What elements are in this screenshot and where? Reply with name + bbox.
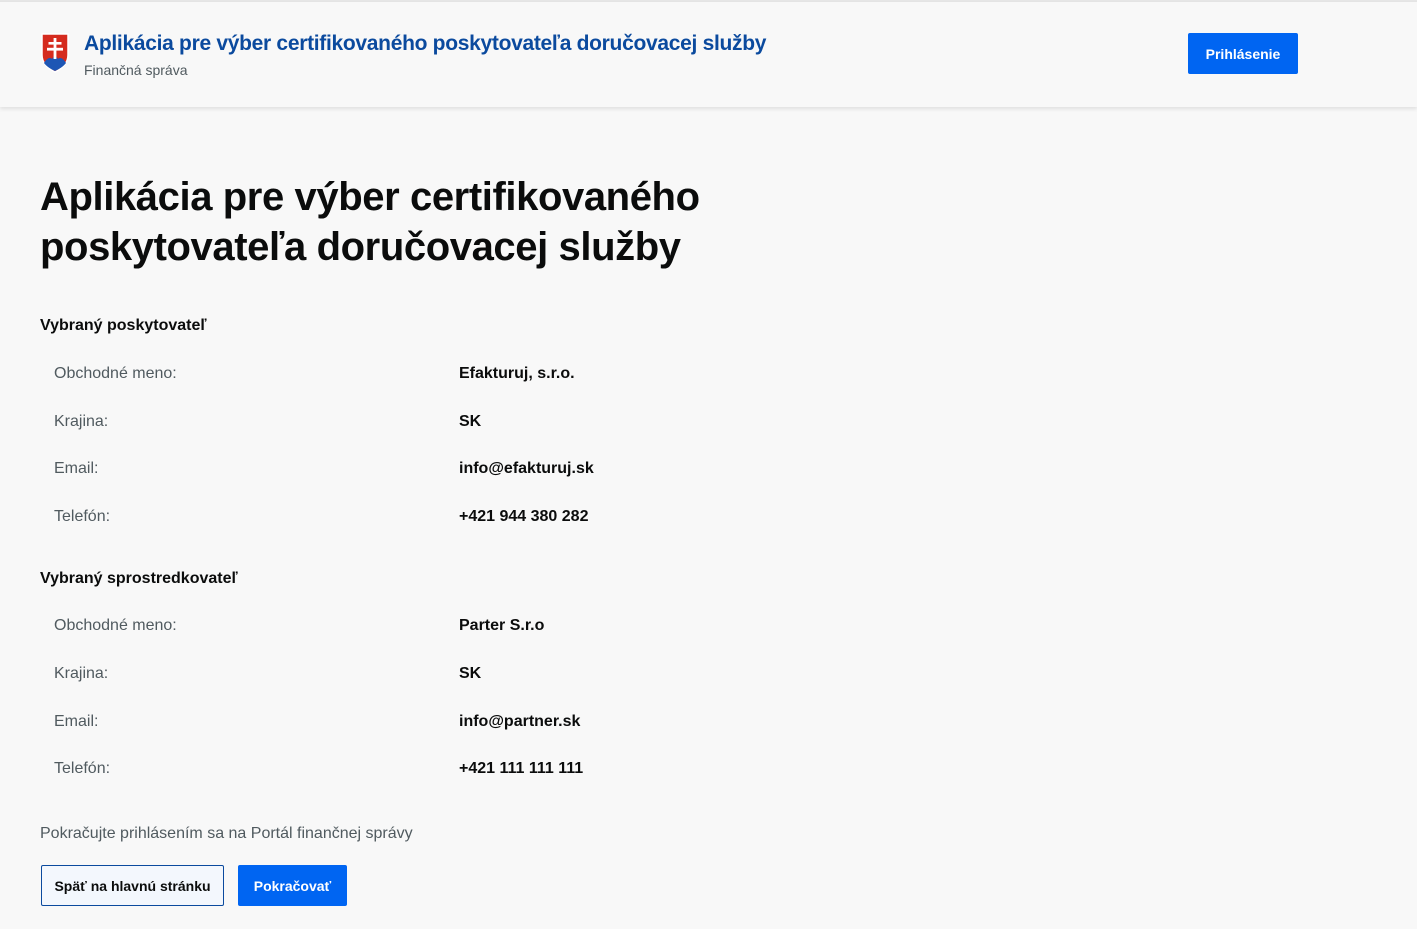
provider-section-heading: Vybraný poskytovateľ	[40, 317, 207, 334]
app-title[interactable]: Aplikácia pre výber certifikovaného posk…	[84, 32, 766, 56]
site-header: Aplikácia pre výber certifikovaného posk…	[0, 2, 1417, 107]
page-title: Aplikácia pre výber certifikovaného posk…	[40, 175, 700, 269]
intermediary-name-label: Obchodné meno:	[54, 617, 177, 634]
provider-phone-label: Telefón:	[54, 508, 111, 525]
intermediary-phone-label: Telefón:	[54, 760, 111, 777]
slovak-coat-of-arms-icon	[41, 33, 69, 73]
intermediary-country-label: Krajina:	[54, 665, 109, 682]
continue-button[interactable]: Pokračovať	[238, 865, 347, 906]
provider-country-value: SK	[459, 413, 482, 430]
provider-name-value: Efakturuj, s.r.o.	[459, 365, 575, 382]
provider-phone-value: +421 944 380 282	[459, 508, 589, 525]
intermediary-phone-value: +421 111 111 111	[459, 760, 584, 777]
provider-country-label: Krajina:	[54, 413, 109, 430]
intermediary-email-value: info@partner.sk	[459, 713, 581, 730]
app-subtitle: Finančná správa	[84, 62, 188, 78]
intermediary-country-value: SK	[459, 665, 482, 682]
intermediary-name-value: Parter S.r.o	[459, 617, 545, 634]
provider-email-value: info@efakturuj.sk	[459, 460, 594, 477]
login-button[interactable]: Prihlásenie	[1188, 33, 1298, 74]
intermediary-section-heading: Vybraný sprostredkovateľ	[40, 570, 238, 587]
brand[interactable]: Aplikácia pre výber certifikovaného posk…	[41, 32, 766, 79]
provider-email-label: Email:	[54, 460, 99, 477]
provider-name-label: Obchodné meno:	[54, 365, 177, 382]
login-hint: Pokračujte prihlásením sa na Portál fina…	[40, 825, 413, 842]
intermediary-email-label: Email:	[54, 713, 99, 730]
back-to-home-button[interactable]: Späť na hlavnú stránku	[41, 865, 224, 906]
